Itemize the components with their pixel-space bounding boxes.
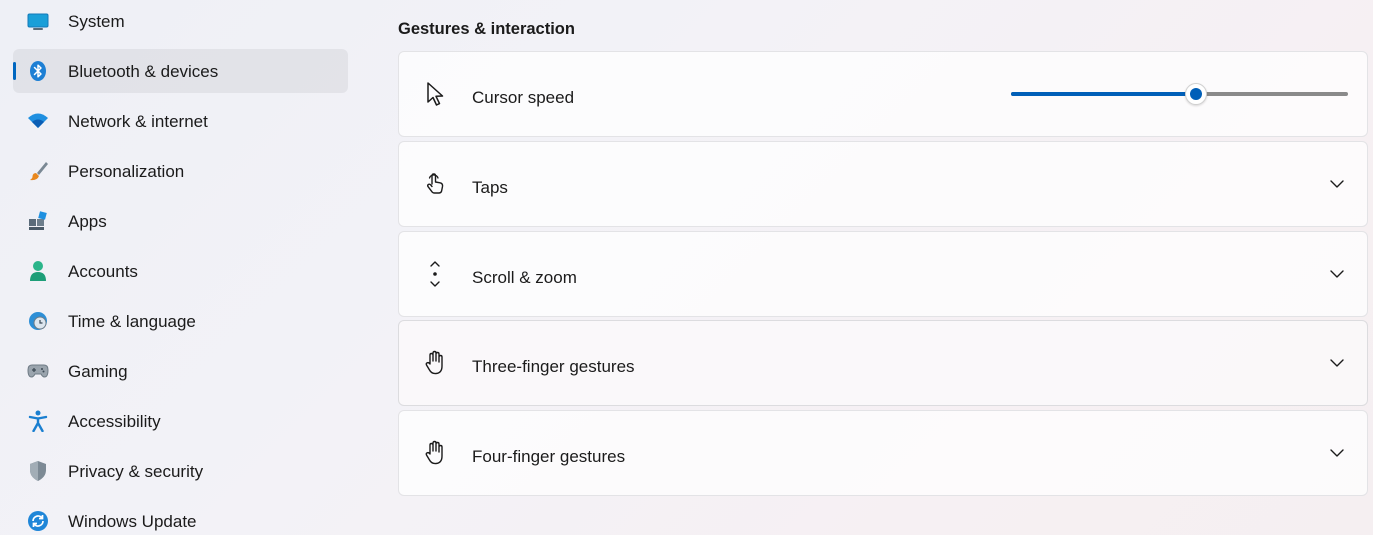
account-icon — [27, 260, 49, 282]
cursor-speed-label: Cursor speed — [472, 88, 575, 107]
sidebar-item-apps[interactable]: Apps — [13, 199, 348, 243]
sidebar-item-label: Personalization — [68, 162, 185, 181]
sidebar-item-network-internet[interactable]: Network & internet — [13, 99, 348, 143]
sidebar-item-system[interactable]: System — [13, 0, 348, 44]
sidebar-item-label: Privacy & security — [68, 462, 204, 481]
shield-icon — [27, 460, 49, 482]
sidebar-item-label: Time & language — [68, 312, 196, 331]
chevron-down-icon[interactable] — [1329, 445, 1345, 461]
section-title: Gestures & interaction — [398, 20, 575, 38]
taps-label: Taps — [472, 178, 508, 197]
sidebar-item-time-language[interactable]: Time & language — [13, 299, 348, 343]
sidebar-item-label: Accounts — [68, 262, 138, 281]
sidebar-item-label: Network & internet — [68, 112, 208, 131]
sidebar-item-privacy-security[interactable]: Privacy & security — [13, 449, 348, 493]
four-finger-gestures-label: Four-finger gestures — [472, 447, 626, 466]
three-finger-gestures-row[interactable]: Three-finger gestures — [398, 320, 1368, 406]
tap-icon — [421, 170, 449, 198]
hand-icon — [421, 439, 449, 467]
taps-row[interactable]: Taps — [398, 141, 1368, 227]
sidebar-item-label: Gaming — [68, 362, 128, 381]
chevron-down-icon[interactable] — [1329, 266, 1345, 282]
cursor-icon — [421, 80, 449, 108]
slider-thumb[interactable] — [1185, 83, 1208, 105]
update-icon — [27, 510, 49, 532]
cursor-speed-row: Cursor speed — [398, 51, 1368, 137]
slider-fill — [1011, 92, 1197, 96]
brush-icon — [27, 160, 49, 182]
time-language-icon — [27, 310, 49, 332]
sidebar-item-personalization[interactable]: Personalization — [13, 149, 348, 193]
gamepad-icon — [27, 360, 49, 382]
bluetooth-icon — [27, 60, 49, 82]
system-icon — [27, 11, 49, 33]
sidebar-item-label: Apps — [68, 212, 107, 231]
sidebar-item-label: System — [68, 12, 125, 31]
chevron-down-icon[interactable] — [1329, 176, 1345, 192]
chevron-down-icon[interactable] — [1329, 355, 1345, 371]
apps-icon — [27, 210, 49, 232]
cursor-speed-slider[interactable] — [1011, 83, 1348, 105]
three-finger-gestures-label: Three-finger gestures — [472, 357, 635, 376]
scroll-zoom-icon — [421, 260, 449, 288]
sidebar-item-label: Windows Update — [68, 512, 197, 531]
sidebar-item-accessibility[interactable]: Accessibility — [13, 399, 348, 443]
sidebar-item-label: Accessibility — [68, 412, 161, 431]
wifi-icon — [27, 110, 49, 132]
scroll-zoom-row[interactable]: Scroll & zoom — [398, 231, 1368, 317]
accessibility-icon — [27, 410, 49, 432]
sidebar-item-gaming[interactable]: Gaming — [13, 349, 348, 393]
sidebar: System Bluetooth & devices Network & int… — [0, 0, 360, 535]
four-finger-gestures-row[interactable]: Four-finger gestures — [398, 410, 1368, 496]
sidebar-item-label: Bluetooth & devices — [68, 62, 219, 81]
scroll-zoom-label: Scroll & zoom — [472, 268, 577, 287]
sidebar-item-windows-update[interactable]: Windows Update — [13, 499, 348, 535]
hand-icon — [421, 349, 449, 377]
sidebar-item-bluetooth-devices[interactable]: Bluetooth & devices — [13, 49, 348, 93]
sidebar-item-accounts[interactable]: Accounts — [13, 249, 348, 293]
